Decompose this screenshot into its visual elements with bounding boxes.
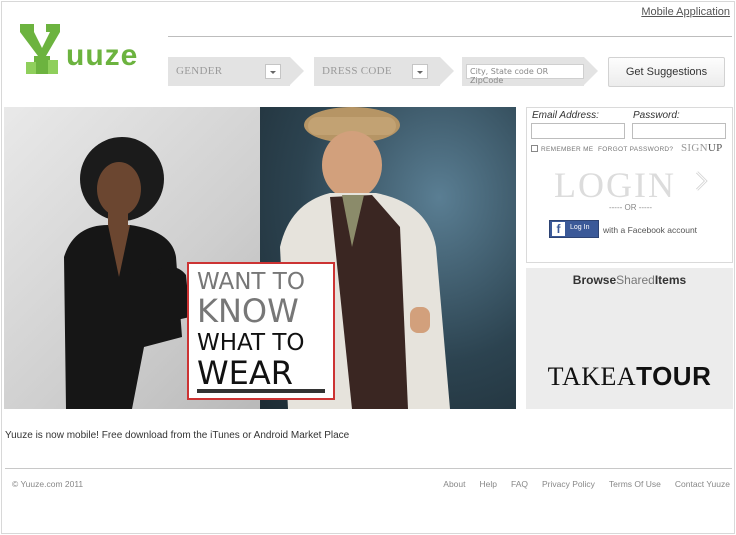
browse-word-2: Shared bbox=[616, 273, 655, 287]
mobile-announcement: Yuuze is now mobile! Free download from … bbox=[5, 430, 350, 441]
footer-link-help[interactable]: Help bbox=[480, 479, 497, 489]
promo-underline bbox=[197, 389, 325, 393]
browse-word-1: Browse bbox=[572, 273, 617, 287]
mobile-application-link[interactable]: Mobile Application bbox=[641, 6, 730, 18]
take-a-tour-link[interactable]: TAKEATOUR bbox=[526, 361, 733, 392]
or-divider: ----- OR ----- bbox=[608, 203, 653, 212]
password-label: Password: bbox=[633, 110, 680, 121]
browse-shared-items-link[interactable]: BrowseSharedItems bbox=[526, 273, 733, 287]
browse-and-tour-panel: BrowseSharedItems TAKEATOUR bbox=[526, 268, 733, 409]
forgot-password-link[interactable]: FORGOT PASSWORD? bbox=[598, 146, 673, 153]
chevron-down-icon[interactable] bbox=[412, 64, 428, 79]
login-button[interactable]: LOGIN bbox=[554, 164, 676, 206]
signup-label-1: SIGN bbox=[681, 142, 708, 154]
facebook-icon: f bbox=[552, 222, 565, 236]
password-field[interactable] bbox=[632, 123, 726, 139]
footer-nav: About Help FAQ Privacy Policy Terms Of U… bbox=[443, 479, 730, 489]
want-to-know-what-to-wear-promo[interactable]: WANT TO KNOW WHAT TO WEAR bbox=[187, 262, 335, 400]
chevron-down-icon[interactable] bbox=[265, 64, 281, 79]
promo-line-2: KNOW bbox=[197, 292, 299, 330]
hero-banner: WANT TO KNOW WHAT TO WEAR bbox=[4, 107, 516, 409]
footer-link-privacy[interactable]: Privacy Policy bbox=[542, 479, 595, 489]
email-label: Email Address: bbox=[532, 110, 599, 121]
promo-line-4: WEAR bbox=[197, 354, 293, 392]
footer-link-about[interactable]: About bbox=[443, 479, 465, 489]
logo-wordmark: uuze bbox=[66, 39, 139, 72]
promo-line-3: WHAT TO bbox=[197, 330, 305, 356]
get-suggestions-button[interactable]: Get Suggestions bbox=[608, 57, 725, 87]
email-field[interactable] bbox=[531, 123, 625, 139]
tour-word-1: TAKE bbox=[547, 362, 617, 391]
gender-select[interactable]: GENDER bbox=[168, 57, 304, 86]
signup-link[interactable]: SIGNUP bbox=[681, 142, 723, 154]
copyright-text: © Yuuze.com 2011 bbox=[12, 479, 84, 489]
footer-link-faq[interactable]: FAQ bbox=[511, 479, 528, 489]
browse-word-3: Items bbox=[654, 273, 687, 287]
yuuze-logo[interactable]: uuze bbox=[16, 22, 156, 78]
facebook-login-button[interactable]: f Log In bbox=[549, 220, 599, 238]
location-input[interactable]: City, State code OR ZipCode bbox=[466, 64, 584, 85]
facebook-login-note: with a Facebook account bbox=[603, 225, 698, 235]
footer-link-contact[interactable]: Contact Yuuze bbox=[675, 479, 730, 489]
facebook-login-label: Log In bbox=[570, 224, 590, 231]
dress-code-select[interactable]: DRESS CODE bbox=[314, 57, 454, 86]
tour-word-3: TOUR bbox=[636, 361, 712, 391]
footer-divider bbox=[5, 468, 732, 469]
arrow-right-icon bbox=[688, 171, 708, 191]
signup-label-2: UP bbox=[707, 142, 723, 154]
tour-word-2: A bbox=[616, 362, 637, 391]
header-divider bbox=[168, 36, 732, 37]
login-panel: Email Address: Password: REMEMBER ME FOR… bbox=[526, 107, 733, 263]
remember-me-checkbox[interactable] bbox=[531, 145, 538, 152]
dress-code-select-label: DRESS CODE bbox=[322, 65, 392, 77]
footer-link-terms[interactable]: Terms Of Use bbox=[609, 479, 661, 489]
remember-me-label: REMEMBER ME bbox=[541, 146, 594, 153]
gender-select-label: GENDER bbox=[176, 65, 223, 77]
